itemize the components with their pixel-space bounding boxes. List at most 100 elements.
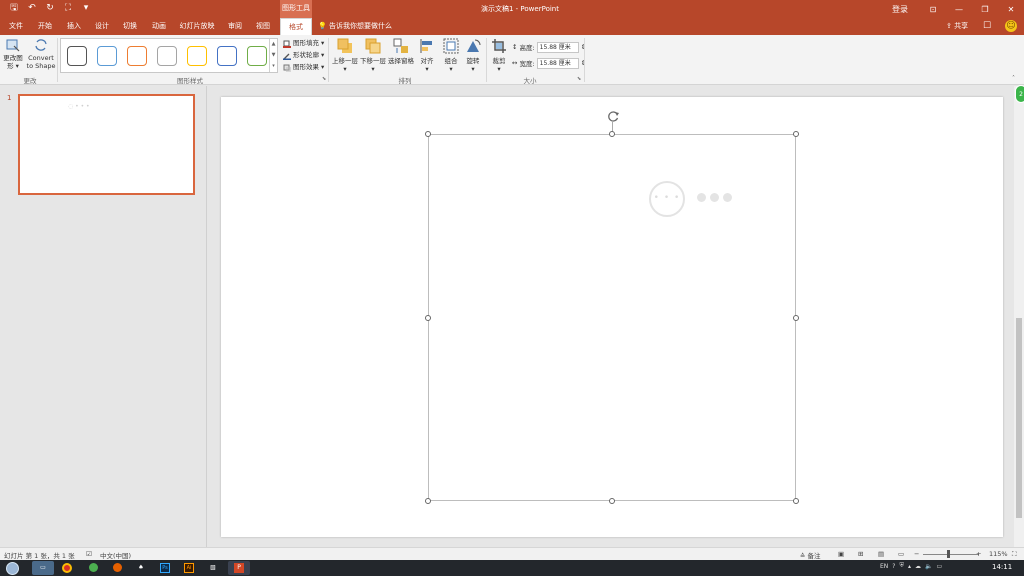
shape-outline-button[interactable]: 形状轮廓 ▾ [283,50,324,61]
network-icon[interactable]: ▴ [908,563,911,570]
fit-slide-icon[interactable]: ⛶ [1012,550,1017,559]
shape-fill-button[interactable]: 图形填充 ▾ [283,38,324,49]
shape-styles-gallery: ▲ ▼ ▾ [60,38,278,73]
slide-sorter-icon[interactable]: ⊞ [858,550,863,558]
height-input[interactable]: 15.88 厘米 [536,41,579,53]
rotate-button[interactable]: 旋转 ▾ [462,38,484,73]
zoom-slider-track[interactable] [923,554,979,555]
edit-shape-button[interactable]: 更改图形 ▾ [2,38,24,70]
tab-file[interactable]: 文件 [4,18,28,35]
tab-home[interactable]: 开始 [33,18,57,35]
restore-button[interactable]: ❐ [972,5,998,14]
size-dialog-launcher-icon[interactable]: ⬊ [577,76,581,82]
ribbon-display-options-icon[interactable]: ⊡ [920,5,946,14]
zoom-level[interactable]: 115% [989,550,1008,558]
tab-transitions[interactable]: 切换 [118,18,142,35]
notes-button[interactable]: ≙ 备注 [800,550,821,560]
chrome-icon[interactable] [56,561,78,575]
spelling-check-icon[interactable]: ☑ [86,550,92,558]
bring-forward-button[interactable]: 上移一层 ▾ [332,38,358,73]
shield-icon[interactable]: ⛨ [899,562,904,570]
image-viewer-icon[interactable]: ▧ [202,561,224,575]
slide-show-icon[interactable]: ▭ [898,550,904,558]
app-icon[interactable]: ♠ [130,561,152,575]
resize-handle-bottom-right[interactable] [793,498,799,504]
rotate-icon [467,39,481,52]
zoom-slider-thumb[interactable] [947,550,950,558]
collapse-ribbon-icon[interactable]: ˄ [1012,75,1015,82]
photoshop-icon[interactable]: Ps [154,561,176,575]
slide-thumbnail[interactable]: ◌ • • • [18,94,195,195]
sign-in-link[interactable]: 登录 [880,4,920,15]
start-from-beginning-icon[interactable]: ⛶ [62,2,74,14]
scrollbar-thumb[interactable] [1016,318,1022,518]
shape-style-swatch[interactable] [187,46,207,66]
resize-handle-top-left[interactable] [425,131,431,137]
illustrator-icon[interactable]: Ai [178,561,200,575]
tab-animations[interactable]: 动画 [147,18,171,35]
ime-indicator[interactable]: EN [880,563,888,570]
tab-view[interactable]: 视图 [251,18,275,35]
save-icon[interactable]: 🖫 [8,2,20,14]
tab-design[interactable]: 设计 [90,18,114,35]
notification-badge[interactable]: 2 [1015,85,1024,103]
green-app-icon[interactable] [82,561,104,575]
shape-style-swatch[interactable] [217,46,237,66]
minimize-button[interactable]: — [946,5,972,14]
reading-view-icon[interactable]: ▤ [878,550,884,558]
dialog-launcher-icon[interactable]: ⬊ [322,76,326,82]
styles-group-label: 图形样式 [177,77,203,85]
undo-icon[interactable]: ↶ [26,2,38,14]
tab-insert[interactable]: 插入 [62,18,86,35]
tab-format[interactable]: 格式 [280,18,312,35]
slide-canvas[interactable]: • • • [221,97,1003,537]
resize-handle-bottom[interactable] [609,498,615,504]
shape-style-swatch[interactable] [127,46,147,66]
cloud-icon[interactable]: ☁ [915,563,921,570]
send-backward-button[interactable]: 下移一层 ▾ [360,38,386,73]
resize-handle-top-right[interactable] [793,131,799,137]
shape-style-swatch[interactable] [157,46,177,66]
language-status[interactable]: 中文(中国) [100,550,131,560]
firefox-icon[interactable] [106,561,128,575]
convert-to-shape-button[interactable]: Convert to Shape [26,38,56,70]
resize-handle-right[interactable] [793,315,799,321]
feedback-smiley-icon[interactable]: ☺ [1005,20,1017,32]
shape-style-swatch[interactable] [247,46,267,66]
normal-view-icon[interactable]: ▣ [838,550,844,558]
tab-review[interactable]: 审阅 [223,18,247,35]
resize-handle-left[interactable] [425,315,431,321]
powerpoint-taskbar-icon[interactable]: P [228,561,250,575]
selected-shape[interactable]: • • • [428,134,796,501]
shape-style-swatch[interactable] [97,46,117,66]
comment-icon[interactable]: ☐ [983,21,993,31]
slide-count-status: 幻灯片 第 1 张，共 1 张 [4,552,75,560]
align-button[interactable]: 对齐 ▾ [416,38,438,73]
gallery-scroll[interactable]: ▲ ▼ ▾ [269,39,277,72]
notes-label: 备注 [807,552,821,560]
shape-effects-button[interactable]: 图形效果 ▾ [283,62,324,73]
crop-button[interactable]: 裁剪 ▾ [489,38,509,73]
resize-handle-top[interactable] [609,131,615,137]
clock[interactable]: 14:11 [992,563,1012,571]
start-button-icon[interactable] [6,562,19,575]
rotate-handle-icon[interactable] [607,110,620,123]
width-input[interactable]: 15.88 厘米 [536,57,579,69]
redo-icon[interactable]: ↻ [44,2,56,14]
tab-slide-show[interactable]: 幻灯片放映 [176,18,218,35]
shape-style-swatch[interactable] [67,46,87,66]
group-button[interactable]: 组合 ▾ [440,38,462,73]
battery-icon[interactable]: ▭ [936,563,942,570]
customize-qat-icon[interactable]: ▾ [80,2,92,14]
share-button[interactable]: ⇪ 共享 [946,18,968,35]
zoom-out-icon[interactable]: − [914,550,919,558]
desktop-app-icon[interactable]: ▭ [32,561,54,575]
help-icon[interactable]: ? [892,563,895,570]
volume-icon[interactable]: 🔈 [925,563,932,570]
close-button[interactable]: ✕ [998,5,1024,14]
vertical-scrollbar[interactable]: ▲ [1014,86,1024,547]
zoom-in-icon[interactable]: + [976,550,981,558]
tell-me-search[interactable]: 💡 告诉我你想要做什么 [318,18,392,35]
resize-handle-bottom-left[interactable] [425,498,431,504]
selection-pane-button[interactable]: 选择窗格 [388,38,414,65]
